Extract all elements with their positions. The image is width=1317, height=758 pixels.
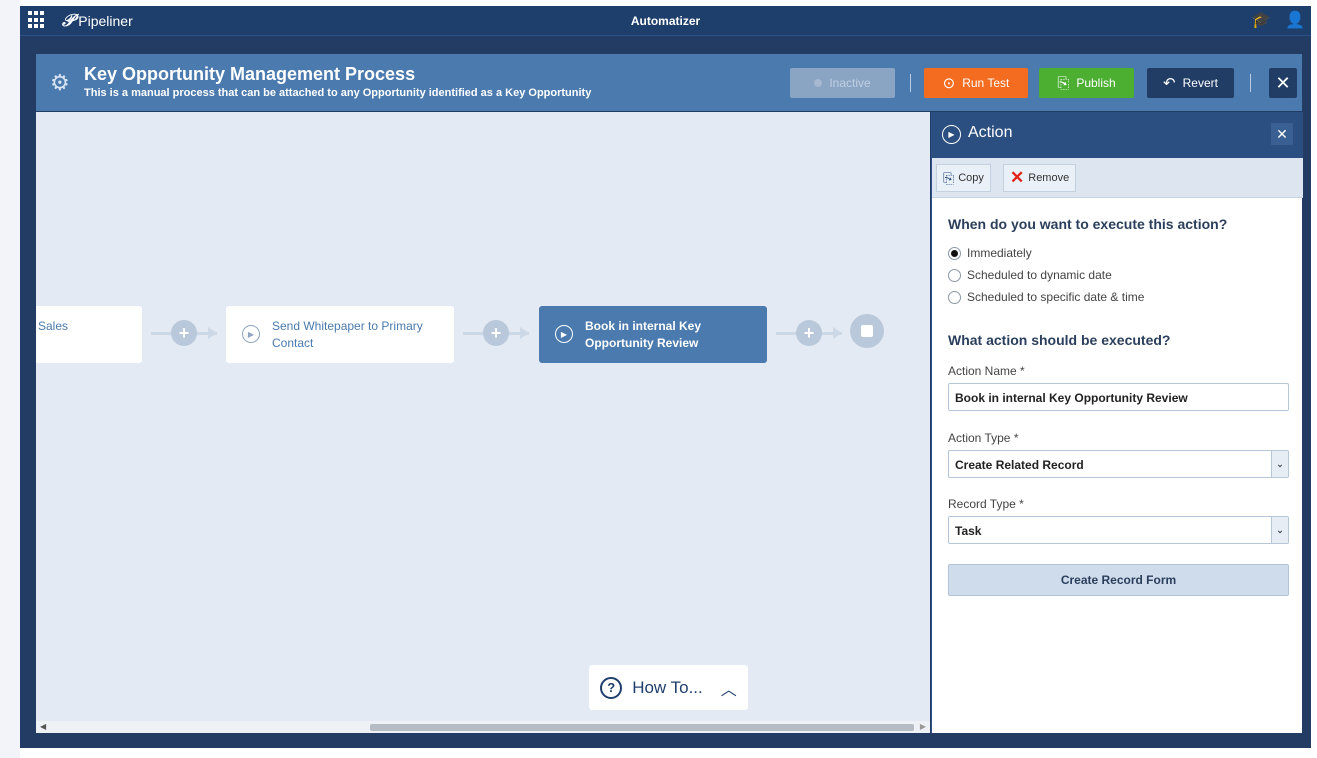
app-window: 𝒫 Pipeliner Automatizer 🎓 👤 ⚙ Key Opport… <box>20 6 1311 748</box>
status-dot-icon <box>814 79 823 87</box>
process-title: Key Opportunity Management Process <box>84 64 416 84</box>
radio-label: Immediately <box>967 246 1032 260</box>
play-icon: ▶ <box>555 325 573 343</box>
how-to-button[interactable]: ? How To... ︿ <box>589 665 748 710</box>
action-type-value: Create Related Record <box>955 458 1084 472</box>
step-connector: + <box>776 318 842 348</box>
revert-icon: ↶ <box>1163 75 1176 92</box>
publish-icon: ⎘ <box>1057 74 1070 92</box>
record-type-select[interactable]: Task ⌄ <box>948 516 1289 544</box>
action-name-label: Action Name * <box>948 364 1025 378</box>
action-panel-header: ▶ Action ✕ <box>932 112 1303 158</box>
record-type-label: Record Type * <box>948 497 1024 511</box>
remove-x-icon: ✕ <box>1010 168 1025 187</box>
run-test-button[interactable]: ⊙ Run Test <box>924 68 1028 98</box>
app-title: Automatizer <box>630 14 701 28</box>
step-label: Send Whitepaper to Primary Contact <box>272 319 423 350</box>
inactive-toggle-button[interactable]: Inactive <box>790 68 895 98</box>
process-step-book-review[interactable]: ▶ Book in internal Key Opportunity Revie… <box>539 306 767 363</box>
copy-button[interactable]: ⎘ Copy <box>936 164 991 192</box>
remove-button[interactable]: ✕ Remove <box>1003 164 1077 192</box>
scroll-right-icon[interactable]: ▶ <box>920 722 926 731</box>
copy-label: Copy <box>958 172 984 184</box>
play-circle-icon: ⊙ <box>942 75 956 92</box>
radio-dynamic-date[interactable]: Scheduled to dynamic date <box>948 268 1112 282</box>
process-step-sales[interactable]: Sales <box>36 306 142 363</box>
horizontal-scrollbar[interactable]: ◀ ▶ <box>36 721 930 733</box>
step-label: Book in internal Key Opportunity Review <box>585 319 702 350</box>
top-bar: 𝒫 Pipeliner Automatizer 🎓 👤 <box>20 6 1311 36</box>
radio-label: Scheduled to specific date & time <box>967 290 1145 304</box>
radio-label: Scheduled to dynamic date <box>967 268 1112 282</box>
top-right-icons: 🎓 👤 <box>1251 10 1305 30</box>
run-test-label: Run Test <box>962 76 1010 90</box>
screen: 𝒫 Pipeliner Automatizer 🎓 👤 ⚙ Key Opport… <box>0 0 1317 758</box>
process-header: ⚙ Key Opportunity Management Process Thi… <box>36 54 1302 111</box>
radio-unselected-icon <box>948 268 961 282</box>
what-heading: What action should be executed? <box>948 332 1171 348</box>
step-connector: + <box>151 318 217 348</box>
graduation-cap-icon[interactable]: 🎓 <box>1251 10 1271 30</box>
radio-selected-icon <box>948 246 961 260</box>
revert-button[interactable]: ↶ Revert <box>1147 68 1234 98</box>
publish-button[interactable]: ⎘ Publish <box>1039 68 1134 98</box>
divider <box>1250 74 1251 92</box>
step-connector: + <box>463 318 529 348</box>
end-node-icon <box>850 314 884 348</box>
chevron-down-icon[interactable]: ⌄ <box>1271 517 1288 543</box>
create-record-form-button[interactable]: Create Record Form <box>948 564 1289 596</box>
close-process-button[interactable]: ✕ <box>1269 68 1297 98</box>
scrollbar-thumb[interactable] <box>370 724 914 731</box>
play-circle-icon: ▶ <box>942 125 961 144</box>
radio-immediately[interactable]: Immediately <box>948 246 1032 260</box>
close-panel-button[interactable]: ✕ <box>1271 123 1293 145</box>
step-label: Sales <box>38 319 69 333</box>
inactive-label: Inactive <box>829 76 871 90</box>
scroll-left-icon[interactable]: ◀ <box>40 722 46 731</box>
add-step-button[interactable]: + <box>483 320 509 346</box>
action-type-select[interactable]: Create Related Record ⌄ <box>948 450 1289 478</box>
action-panel: ▶ Action ✕ ⎘ Copy ✕ Remove When do you w… <box>931 112 1303 733</box>
copy-icon: ⎘ <box>943 169 955 186</box>
gear-icon[interactable]: ⚙ <box>50 70 70 96</box>
how-to-label: How To... <box>632 677 703 697</box>
left-margin <box>0 0 20 758</box>
divider <box>910 74 911 92</box>
panel-toolbar: ⎘ Copy ✕ Remove <box>932 158 1303 198</box>
help-icon: ? <box>600 676 623 699</box>
user-icon[interactable]: 👤 <box>1285 10 1305 30</box>
action-name-field[interactable]: Book in internal Key Opportunity Review <box>948 383 1289 411</box>
process-step-send-whitepaper[interactable]: ▶ Send Whitepaper to Primary Contact <box>226 306 454 363</box>
record-type-value: Task <box>955 524 982 538</box>
revert-label: Revert <box>1182 76 1218 90</box>
remove-label: Remove <box>1028 172 1070 184</box>
add-step-button[interactable]: + <box>796 320 822 346</box>
radio-unselected-icon <box>948 290 961 304</box>
when-heading: When do you want to execute this action? <box>948 216 1228 232</box>
chevron-down-icon[interactable]: ⌄ <box>1271 451 1288 477</box>
publish-label: Publish <box>1076 76 1116 90</box>
chevron-up-icon: ︿ <box>720 681 737 699</box>
action-type-label: Action Type * <box>948 431 1019 445</box>
play-icon: ▶ <box>242 325 260 343</box>
process-subtitle: This is a manual process that can be att… <box>84 87 592 99</box>
add-step-button[interactable]: + <box>171 320 197 346</box>
process-canvas[interactable]: Sales + ▶ Send Whitepaper to Primary Con… <box>36 112 930 733</box>
radio-specific-date[interactable]: Scheduled to specific date & time <box>948 290 1144 304</box>
panel-title: Action <box>968 124 1013 141</box>
